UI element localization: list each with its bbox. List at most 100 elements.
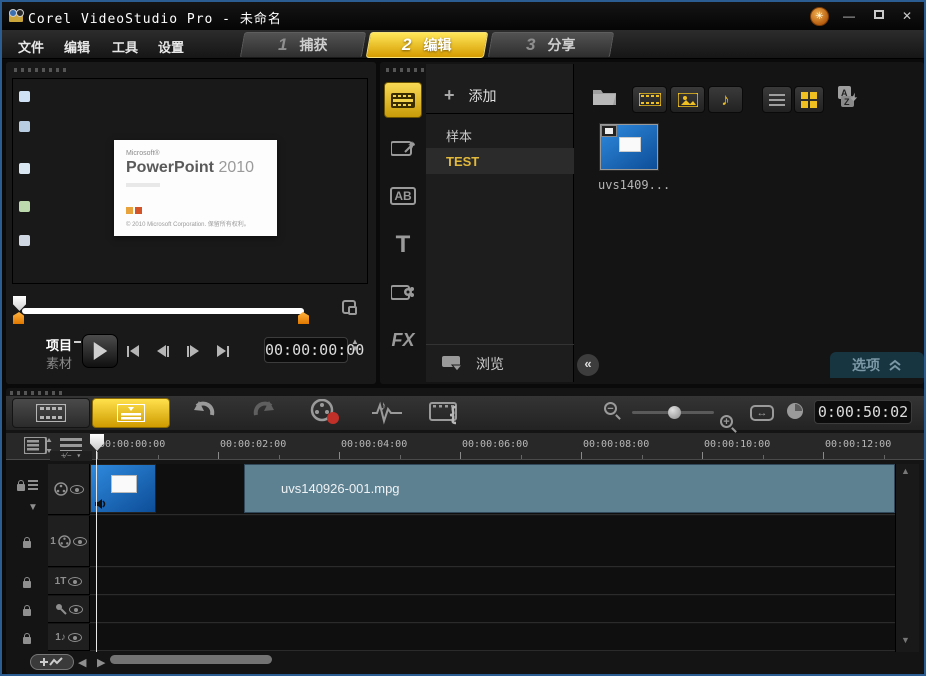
nav-title-button[interactable]: T xyxy=(384,227,422,263)
scroll-down-icon[interactable]: ▼ xyxy=(901,635,910,645)
timeline-view-button[interactable] xyxy=(92,398,170,428)
close-button[interactable]: ✕ xyxy=(896,10,918,24)
fit-project-icon[interactable]: ↔ xyxy=(750,405,774,421)
library-folder-sample[interactable]: 样本 xyxy=(426,122,574,148)
timecode-spinner[interactable]: ▲ ▼ xyxy=(351,338,359,353)
redo-button[interactable] xyxy=(252,400,278,429)
title-track-badge: 1T xyxy=(54,575,67,587)
nav-instant-project-button[interactable] xyxy=(384,130,422,166)
zoom-out-icon[interactable]: − xyxy=(604,402,617,415)
visibility-eye-icon[interactable] xyxy=(72,536,87,546)
music-track[interactable] xyxy=(90,624,895,651)
media-thumbnail-label[interactable]: uvs1409... xyxy=(598,178,670,192)
auto-music-button[interactable] xyxy=(428,399,460,430)
timeline-duration[interactable]: 0:00:50:02 xyxy=(814,400,912,424)
visibility-eye-icon[interactable] xyxy=(68,604,83,614)
scroll-up-icon[interactable]: ▲ xyxy=(901,466,910,476)
next-frame-button[interactable] xyxy=(180,340,206,362)
timeline-hscrollbar[interactable] xyxy=(110,655,272,664)
browse-icon xyxy=(442,356,464,371)
import-folder-icon[interactable] xyxy=(592,86,618,112)
library-folder-test[interactable]: TEST xyxy=(426,148,574,174)
overlay-reel-icon xyxy=(58,534,71,548)
undo-button[interactable] xyxy=(190,400,216,429)
options-button[interactable]: 选项 xyxy=(830,352,924,378)
visibility-eye-icon[interactable] xyxy=(68,576,83,586)
splash-progress xyxy=(126,183,160,187)
menu-tools[interactable]: 工具 xyxy=(112,37,138,56)
spinner-down-icon[interactable]: ▼ xyxy=(351,345,359,353)
nav-graphic-button[interactable] xyxy=(384,274,422,310)
lock-icon xyxy=(23,576,31,588)
list-view-button[interactable] xyxy=(762,86,792,113)
minimize-button[interactable]: — xyxy=(838,10,860,24)
show-videos-button[interactable] xyxy=(632,86,667,113)
overlay-track-lock[interactable] xyxy=(6,532,48,552)
menu-settings[interactable]: 设置 xyxy=(158,37,184,56)
video-track-header[interactable] xyxy=(48,464,90,515)
prev-frame-button[interactable] xyxy=(150,340,176,362)
tab-capture[interactable]: 1 捕获 xyxy=(239,32,367,58)
overlay-track-header[interactable]: 1 xyxy=(48,516,90,567)
title-track-lock[interactable] xyxy=(6,572,48,592)
preview-scrub-bar[interactable] xyxy=(22,308,304,314)
corel-guide-button[interactable]: ✳ xyxy=(810,7,829,26)
home-button[interactable] xyxy=(120,340,146,362)
track-add-remove-chip[interactable]: +⁄− ▾ xyxy=(50,451,92,461)
project-duration-icon[interactable] xyxy=(786,402,804,425)
visibility-eye-icon[interactable] xyxy=(69,484,84,494)
play-button[interactable] xyxy=(82,334,118,368)
record-capture-button[interactable] xyxy=(310,398,340,430)
video-track-lock[interactable] xyxy=(6,470,48,500)
sound-mixer-button[interactable]: ♪ xyxy=(370,398,404,430)
overlay-track[interactable] xyxy=(90,516,895,567)
show-photos-button[interactable] xyxy=(670,86,705,113)
show-audio-button[interactable]: ♪ xyxy=(708,86,743,113)
scroll-right-icon[interactable]: ▶ xyxy=(97,656,105,669)
scroll-left-icon[interactable]: ◀ xyxy=(78,656,86,669)
title-track[interactable] xyxy=(90,568,895,595)
tab-edit-number: 2 xyxy=(402,35,412,54)
nav-filter-button[interactable]: FX xyxy=(384,322,422,358)
thumbnail-view-button[interactable] xyxy=(794,86,824,113)
enlarge-icon[interactable] xyxy=(342,300,357,315)
voice-track-lock[interactable] xyxy=(6,600,48,620)
maximize-button[interactable] xyxy=(868,9,890,23)
add-label: 添加 xyxy=(468,87,497,104)
clock-icon xyxy=(787,403,803,419)
project-mode-label[interactable]: 项目 xyxy=(46,335,72,354)
insert-to-timeline-button[interactable] xyxy=(30,654,74,670)
menu-edit[interactable]: 编辑 xyxy=(64,37,90,56)
collapse-library-button[interactable]: « xyxy=(577,354,599,376)
visibility-eye-icon[interactable] xyxy=(67,632,82,642)
nav-transition-button[interactable]: AB xyxy=(384,178,422,214)
preview-timecode[interactable]: 00:00:00:00 xyxy=(264,337,364,363)
add-folder-button[interactable]: + 添加 xyxy=(426,78,574,114)
nav-media-button[interactable] xyxy=(384,82,422,118)
clip-thumbnail xyxy=(90,464,156,513)
voice-track[interactable] xyxy=(90,596,895,623)
app-window: Corel VideoStudio Pro - 未命名 ✳ — ✕ 文件 编辑 … xyxy=(0,0,926,676)
music-note-icon: ♪ xyxy=(721,89,730,109)
timeline-vscrollbar[interactable] xyxy=(895,464,919,652)
fx-icon: FX xyxy=(391,329,415,350)
timeline-clip[interactable]: uvs140926-001.mpg xyxy=(244,464,895,513)
menu-file[interactable]: 文件 xyxy=(18,37,44,56)
zoom-slider-handle[interactable] xyxy=(668,406,681,419)
media-thumbnail[interactable] xyxy=(599,123,659,171)
voice-track-header[interactable] xyxy=(48,596,90,623)
storyboard-view-button[interactable] xyxy=(12,398,90,428)
zoom-in-icon[interactable]: + xyxy=(720,415,733,428)
tab-share[interactable]: 3 分享 xyxy=(487,32,615,58)
title-track-header[interactable]: 1T xyxy=(48,568,90,595)
tab-edit[interactable]: 2 编辑 xyxy=(365,32,489,58)
music-track-lock[interactable] xyxy=(6,628,48,648)
browse-button[interactable]: 浏览 xyxy=(426,344,574,382)
collapse-tracks-icon[interactable]: ▼ xyxy=(28,502,38,513)
video-track[interactable]: uvs140926-001.mpg xyxy=(90,464,895,515)
track-manager-button[interactable] xyxy=(23,436,52,459)
end-button[interactable] xyxy=(210,340,236,362)
sort-button[interactable]: AZ xyxy=(838,86,860,113)
clip-mode-label[interactable]: 素材 xyxy=(46,353,72,372)
music-track-header[interactable]: 1♪ xyxy=(48,624,90,651)
